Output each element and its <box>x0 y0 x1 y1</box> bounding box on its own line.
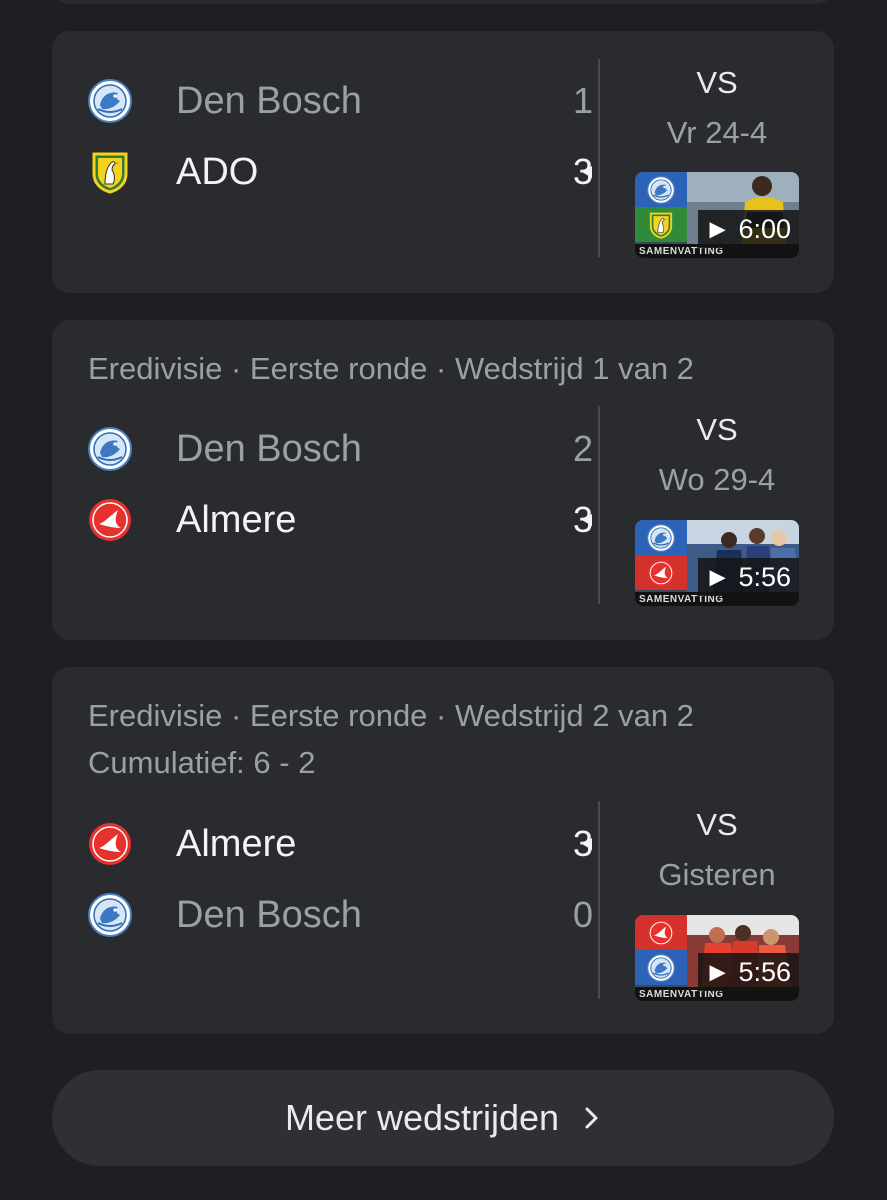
thumb-crest-top <box>635 172 687 207</box>
den-bosch-crest-icon <box>88 427 132 471</box>
match-date: Gisteren <box>658 857 776 892</box>
den-bosch-crest-icon <box>88 893 132 937</box>
team-row: Almere 3 <box>88 816 598 872</box>
match-card[interactable]: Eredivisie · Eerste ronde · Wedstrijd 1 … <box>52 320 834 640</box>
almere-crest-icon <box>88 822 132 866</box>
match-card[interactable]: Eredivisie · Eerste ronde · Wedstrijd 2 … <box>52 667 834 1034</box>
winner-arrow-icon <box>582 166 592 178</box>
winner-arrow-icon <box>582 838 592 850</box>
aggregate-score: Cumulatief: 6 - 2 <box>88 745 316 780</box>
team-name: Den Bosch <box>176 427 362 470</box>
video-thumbnail[interactable]: SAMENVATTING ► 6:00 <box>635 172 799 258</box>
match-date: Vr 24-4 <box>666 115 768 150</box>
match-meta: Eredivisie · Eerste ronde · Wedstrijd 1 … <box>88 351 694 386</box>
thumb-crest-bottom <box>635 555 687 590</box>
den-bosch-crest-icon <box>647 954 675 982</box>
almere-crest-icon <box>88 498 132 542</box>
team-row: Almere 3 <box>88 492 598 548</box>
team-score: 1 <box>572 80 594 121</box>
almere-crest-icon <box>647 919 675 947</box>
ado-crest-icon <box>647 211 675 239</box>
team-row: ADO 3 <box>88 144 598 200</box>
team-row: Den Bosch 0 <box>88 887 598 943</box>
video-duration: ► 5:56 <box>698 953 799 991</box>
vs-label: VS <box>696 412 738 447</box>
video-thumbnail[interactable]: SAMENVATTING ► 5:56 <box>635 915 799 1001</box>
video-duration: ► 6:00 <box>698 210 799 248</box>
team-row: Den Bosch 2 <box>88 421 598 477</box>
den-bosch-crest-icon <box>647 176 675 204</box>
match-card[interactable]: Den Bosch 1 ADO 3 VS Vr 24-4 SAMENVATTIN… <box>52 31 834 293</box>
team-name: ADO <box>176 150 259 193</box>
den-bosch-crest-icon <box>88 79 132 123</box>
match-meta: Eredivisie · Eerste ronde · Wedstrijd 2 … <box>88 698 694 733</box>
team-score: 0 <box>572 894 594 935</box>
vs-label: VS <box>696 65 738 100</box>
more-matches-button[interactable]: Meer wedstrijden <box>52 1070 834 1166</box>
vs-label: VS <box>696 807 738 842</box>
team-name: Almere <box>176 498 297 541</box>
thumb-crest-top <box>635 915 687 950</box>
team-row: Den Bosch 1 <box>88 73 598 129</box>
thumb-crest-bottom <box>635 207 687 242</box>
thumb-crest-top <box>635 520 687 555</box>
team-score: 2 <box>572 428 594 469</box>
thumb-crest-bottom <box>635 950 687 985</box>
ado-crest-icon <box>88 150 132 194</box>
almere-crest-icon <box>647 559 675 587</box>
more-matches-label: Meer wedstrijden <box>284 1097 560 1138</box>
winner-arrow-icon <box>582 514 592 526</box>
video-thumbnail[interactable]: SAMENVATTING ► 5:56 <box>635 520 799 606</box>
match-date: Wo 29-4 <box>658 462 776 497</box>
chevron-right-icon <box>585 1107 598 1129</box>
previous-card-edge <box>52 0 834 4</box>
video-duration: ► 5:56 <box>698 558 799 596</box>
den-bosch-crest-icon <box>647 524 675 552</box>
team-name: Almere <box>176 822 297 865</box>
team-name: Den Bosch <box>176 893 362 936</box>
team-name: Den Bosch <box>176 79 362 122</box>
